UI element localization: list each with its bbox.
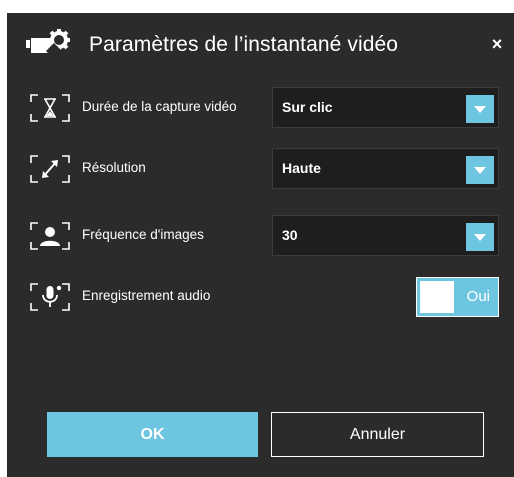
setting-row-frame-rate: Fréquence d'images 30 bbox=[7, 215, 514, 257]
camera-settings-icon bbox=[26, 29, 70, 59]
cancel-button[interactable]: Annuler bbox=[271, 412, 484, 457]
toggle-knob[interactable] bbox=[420, 281, 454, 313]
video-snapshot-settings-dialog: Paramètres de l’instantané vidéo × Durée… bbox=[7, 13, 514, 477]
ok-button[interactable]: OK bbox=[47, 412, 258, 457]
resize-icon bbox=[30, 155, 70, 183]
setting-row-audio-recording: Enregistrement audio Oui bbox=[7, 276, 514, 318]
chevron-down-icon[interactable] bbox=[466, 95, 494, 123]
frame-rate-value: 30 bbox=[282, 227, 298, 243]
resolution-value: Haute bbox=[282, 160, 321, 176]
dialog-title: Paramètres de l’instantané vidéo bbox=[89, 33, 399, 56]
capture-duration-dropdown[interactable]: Sur clic bbox=[272, 87, 499, 128]
hourglass-icon bbox=[30, 94, 70, 122]
audio-recording-label: Enregistrement audio bbox=[82, 288, 211, 303]
frame-rate-dropdown[interactable]: 30 bbox=[272, 215, 499, 256]
chevron-down-icon[interactable] bbox=[466, 223, 494, 251]
audio-recording-state: Oui bbox=[466, 288, 490, 305]
person-icon bbox=[30, 222, 70, 250]
setting-row-capture-duration: Durée de la capture vidéo Sur clic bbox=[7, 87, 514, 129]
capture-duration-label: Durée de la capture vidéo bbox=[82, 99, 237, 114]
resolution-dropdown[interactable]: Haute bbox=[272, 148, 499, 189]
frame-rate-label: Fréquence d'images bbox=[82, 227, 204, 242]
microphone-icon bbox=[30, 283, 70, 311]
setting-row-resolution: Résolution Haute bbox=[7, 148, 514, 190]
audio-recording-toggle[interactable]: Oui bbox=[416, 277, 499, 317]
resolution-label: Résolution bbox=[82, 160, 146, 175]
capture-duration-value: Sur clic bbox=[282, 99, 333, 115]
chevron-down-icon[interactable] bbox=[466, 156, 494, 184]
close-icon[interactable]: × bbox=[487, 34, 507, 54]
